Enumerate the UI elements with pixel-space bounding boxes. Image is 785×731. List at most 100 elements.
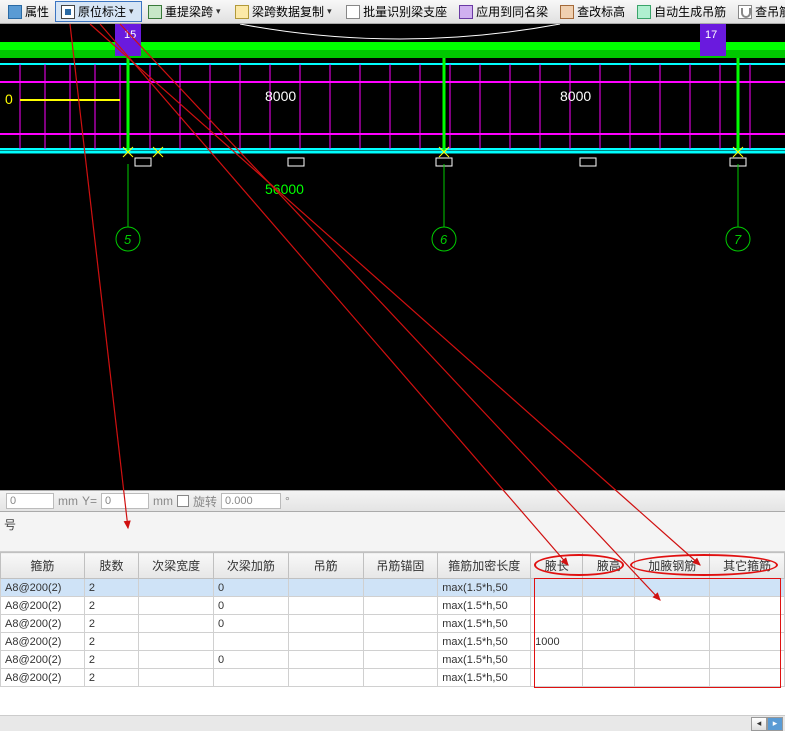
cell[interactable]: 2 [84,651,138,669]
cell[interactable]: max(1.5*h,50 [438,633,531,651]
cell[interactable] [583,669,635,687]
cell[interactable]: 0 [213,579,288,597]
cell[interactable]: 2 [84,597,138,615]
cell[interactable] [139,651,214,669]
table-wrapper[interactable]: 箍筋 肢数 次梁宽度 次梁加筋 吊筋 吊筋锚固 箍筋加密长度 腋长 腋高 加腋钢… [0,552,785,715]
cell[interactable] [139,615,214,633]
cell[interactable] [583,633,635,651]
cell[interactable]: max(1.5*h,50 [438,669,531,687]
cell[interactable]: 2 [84,633,138,651]
cell[interactable] [288,597,363,615]
cell[interactable] [363,651,438,669]
x-input[interactable] [6,493,54,509]
cell[interactable] [710,579,785,597]
table-row[interactable]: A8@200(2)20max(1.5*h,50 [1,651,785,669]
th-anchor[interactable]: 吊筋锚固 [363,553,438,579]
cell[interactable] [635,669,710,687]
table-row[interactable]: A8@200(2)2 0 max(1.5*h,50 [1,597,785,615]
cell[interactable] [531,615,583,633]
cell[interactable] [583,597,635,615]
cell[interactable] [213,633,288,651]
chevron-down-icon[interactable]: ▾ [129,6,136,18]
cell[interactable] [288,579,363,597]
th-hook[interactable]: 吊筋 [288,553,363,579]
retrieve-button[interactable]: 重提梁跨▾ [142,1,229,22]
cell[interactable] [288,651,363,669]
cell[interactable] [363,669,438,687]
cell[interactable] [710,633,785,651]
cell[interactable] [139,669,214,687]
th-dense[interactable]: 箍筋加密长度 [438,553,531,579]
cad-viewport[interactable]: 15 17 0 8000 8000 56000 5 6 7 [0,24,785,490]
cell[interactable]: 0 [213,615,288,633]
cell[interactable]: A8@200(2) [1,597,85,615]
cell[interactable] [288,669,363,687]
th-secwidth[interactable]: 次梁宽度 [139,553,214,579]
table-row[interactable]: A8@200(2)2 0 max(1.5*h,50 [1,579,785,597]
cell[interactable] [531,579,583,597]
cell[interactable] [583,579,635,597]
scroll-left-icon[interactable]: ◂ [751,717,767,731]
cell[interactable] [710,597,785,615]
cell[interactable]: max(1.5*h,50 [438,597,531,615]
cell[interactable]: A8@200(2) [1,579,85,597]
cell[interactable]: 0 [213,597,288,615]
cell[interactable] [710,615,785,633]
cell[interactable] [710,669,785,687]
scroll-right-icon[interactable]: ▸ [767,717,783,731]
cell[interactable]: max(1.5*h,50 [438,651,531,669]
cell[interactable] [531,597,583,615]
cell[interactable]: max(1.5*h,50 [438,579,531,597]
cell[interactable] [710,651,785,669]
cell[interactable] [139,579,214,597]
cell[interactable] [635,651,710,669]
cell[interactable] [288,615,363,633]
cell[interactable] [363,615,438,633]
table-row[interactable]: A8@200(2)2 max(1.5*h,50 [1,669,785,687]
cell[interactable] [583,615,635,633]
rotate-checkbox[interactable] [177,495,189,507]
cell[interactable] [363,633,438,651]
view-hook-button[interactable]: 查吊筋▾ [732,1,785,22]
th-haunch-bar[interactable]: 加腋钢筋 [635,553,710,579]
table-row[interactable]: A8@200(2)2 0 max(1.5*h,50 [1,615,785,633]
th-haunch-h[interactable]: 腋高 [583,553,635,579]
chevron-down-icon[interactable]: ▾ [327,6,334,18]
annotation-button[interactable]: 原位标注▾ [55,1,142,22]
cell[interactable] [139,597,214,615]
th-haunch-l[interactable]: 腋长 [531,553,583,579]
cell[interactable]: 1000 [531,633,583,651]
cell[interactable]: A8@200(2) [1,633,85,651]
cell[interactable]: A8@200(2) [1,615,85,633]
cell[interactable] [635,579,710,597]
cell[interactable] [531,669,583,687]
cell[interactable]: 2 [84,579,138,597]
cell[interactable] [288,633,363,651]
cell[interactable]: max(1.5*h,50 [438,615,531,633]
cell[interactable]: 2 [84,615,138,633]
cell[interactable] [139,633,214,651]
th-other[interactable]: 其它箍筋 [710,553,785,579]
cell[interactable] [363,597,438,615]
bottom-scrollbar[interactable]: ◂ ▸ [0,715,785,731]
cell[interactable]: 2 [84,669,138,687]
elev-button[interactable]: 查改标高 [554,1,631,22]
cell[interactable] [635,597,710,615]
cell[interactable]: 0 [213,651,288,669]
y-input[interactable] [101,493,149,509]
cell[interactable] [635,633,710,651]
copy-button[interactable]: 梁跨数据复制▾ [229,1,340,22]
cell[interactable] [635,615,710,633]
apply-button[interactable]: 应用到同名梁 [453,1,554,22]
gen-button[interactable]: 自动生成吊筋 [631,1,732,22]
cell[interactable] [583,651,635,669]
table-row[interactable]: A8@200(2)2 max(1.5*h,501000 [1,633,785,651]
cell[interactable] [213,669,288,687]
prop-button[interactable]: 属性 [2,1,55,22]
th-limbs[interactable]: 肢数 [84,553,138,579]
cell[interactable]: A8@200(2) [1,669,85,687]
chevron-down-icon[interactable]: ▾ [216,6,223,18]
cell[interactable] [531,651,583,669]
cell[interactable] [363,579,438,597]
th-secrebar[interactable]: 次梁加筋 [213,553,288,579]
